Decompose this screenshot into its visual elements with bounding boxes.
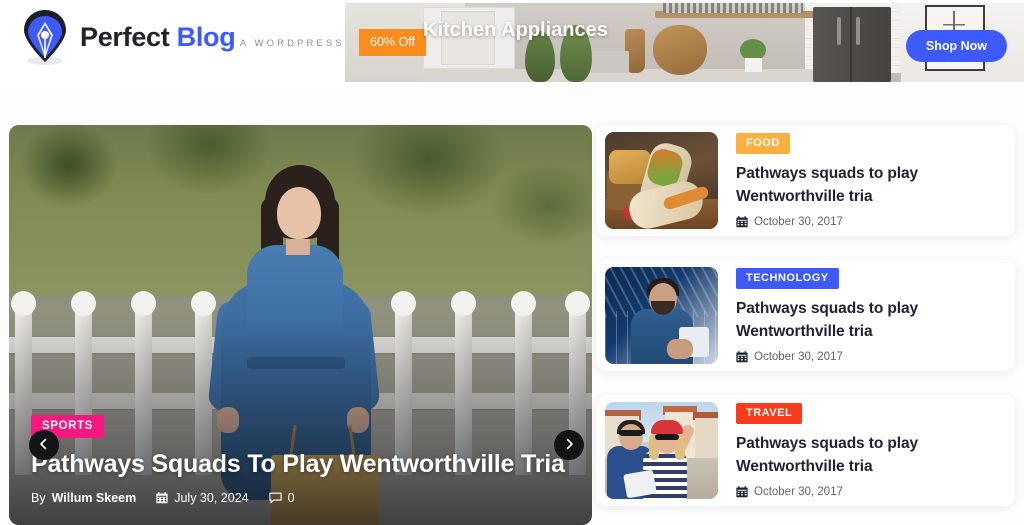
chevron-right-icon [563,438,575,453]
brand-title-primary: Perfect [80,21,170,52]
list-item[interactable]: TRAVEL Pathways squads to play Wentworth… [596,395,1015,506]
location-pin-pen-logo-icon [22,8,68,66]
slider-prev-button[interactable] [29,430,59,460]
banner-title: Kitchen Appliances [423,19,608,41]
post-body: TECHNOLOGY Pathways squads to play Wentw… [718,268,1015,363]
post-body: TRAVEL Pathways squads to play Wentworth… [718,403,1015,498]
featured-post-slider[interactable]: SPORTS Pathways Squads To Play Wentworth… [9,125,592,525]
food-wrap-thumbnail[interactable] [605,132,718,229]
hero-comments[interactable]: 0 [268,491,295,505]
hero-caption: SPORTS Pathways Squads To Play Wentworth… [31,415,570,505]
comment-icon [268,492,282,504]
list-item[interactable]: FOOD Pathways squads to play Wentworthvi… [596,125,1015,236]
technology-man-thumbnail[interactable] [605,267,718,364]
promo-banner[interactable]: 60% Off Kitchen Appliances Shop Now [345,3,1024,82]
recent-posts-list: FOOD Pathways squads to play Wentworthvi… [596,125,1015,506]
hero-post-meta: By Willum Skeem July 30, 2024 0 [31,491,570,505]
post-category-badge[interactable]: TECHNOLOGY [736,268,839,290]
post-date-text: October 30, 2017 [754,485,843,498]
discount-badge: 60% Off [359,29,426,56]
hero-date: July 30, 2024 [156,491,249,505]
calendar-icon [736,485,748,498]
hero-post-title[interactable]: Pathways Squads To Play Wentworthville T… [31,450,570,479]
hero-date-text: July 30, 2024 [174,491,249,505]
calendar-icon [736,350,748,363]
chevron-left-icon [38,438,50,453]
post-date-text: October 30, 2017 [754,215,843,228]
calendar-icon [156,492,168,504]
brand-title: Perfect Blog [80,21,236,52]
hero-author-name[interactable]: Willum Skeem [52,491,137,505]
post-body: FOOD Pathways squads to play Wentworthvi… [718,133,1015,228]
travel-couple-thumbnail[interactable] [605,402,718,499]
post-date-text: October 30, 2017 [754,350,843,363]
post-category-badge[interactable]: TRAVEL [736,403,803,425]
post-title[interactable]: Pathways squads to play Wentworthville t… [736,298,1001,343]
hero-author: By Willum Skeem [31,491,136,505]
site-logo-link[interactable]: Perfect Blog A WORDPRESS THEME [22,8,399,66]
hero-comment-count: 0 [287,491,295,505]
post-date: October 30, 2017 [736,350,1001,363]
brand-title-accent: Blog [176,21,236,52]
post-category-badge[interactable]: FOOD [736,133,790,155]
calendar-icon [736,215,748,228]
slider-next-button[interactable] [554,430,584,460]
hero-by-label: By [31,491,46,505]
post-date: October 30, 2017 [736,485,1001,498]
post-title[interactable]: Pathways squads to play Wentworthville t… [736,163,1001,208]
list-item[interactable]: TECHNOLOGY Pathways squads to play Wentw… [596,260,1015,371]
blog-homepage: Perfect Blog A WORDPRESS THEME 60% Off K… [0,0,1024,525]
post-title[interactable]: Pathways squads to play Wentworthville t… [736,433,1001,478]
post-date: October 30, 2017 [736,215,1001,228]
shop-now-button[interactable]: Shop Now [905,30,1007,62]
